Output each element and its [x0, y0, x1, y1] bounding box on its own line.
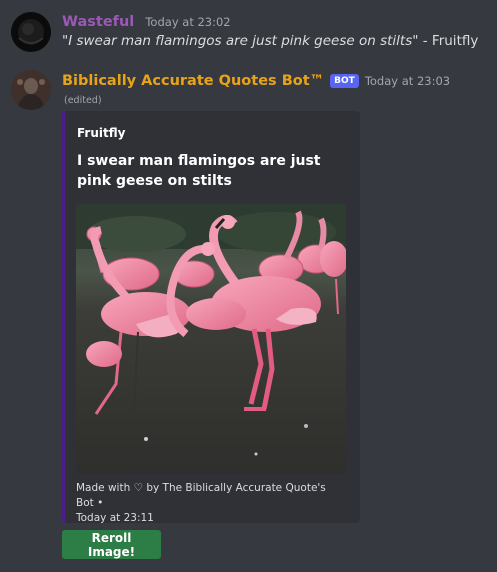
message-wasteful: Wasteful Today at 23:02 "I swear man fla…: [0, 0, 497, 60]
reroll-image-button[interactable]: Reroll Image!: [62, 530, 161, 559]
embed-author[interactable]: Fruitfly: [77, 126, 125, 140]
timestamp: Today at 23:02: [145, 15, 231, 29]
username-wasteful[interactable]: Wasteful: [62, 14, 134, 30]
bot-tag: BOT: [330, 74, 359, 88]
flamingo-illustration: [76, 204, 346, 474]
flamingo-image[interactable]: [76, 204, 346, 474]
edited-label: (edited): [64, 95, 102, 106]
embed-footer-text: Made with ♡ by The Biblically Accurate Q…: [76, 482, 326, 509]
quote-text: "I swear man flamingos are just pink gee…: [62, 33, 419, 49]
avatar-wasteful[interactable]: [11, 12, 51, 52]
quote-attribution: - Fruitfly: [418, 33, 479, 49]
embed-footer: Made with ♡ by The Biblically Accurate Q…: [76, 481, 346, 526]
embed-title: I swear man flamingos are just pink gees…: [77, 153, 321, 189]
timestamp: Today at 23:03: [364, 74, 451, 88]
avatar-quote-bot[interactable]: [11, 70, 51, 110]
quote-embed: Fruitfly I swear man flamingos are just …: [61, 111, 360, 526]
username-quote-bot[interactable]: Biblically Accurate Quotes Bot™: [62, 73, 324, 89]
embed-footer-timestamp: Today at 23:11: [76, 512, 154, 524]
